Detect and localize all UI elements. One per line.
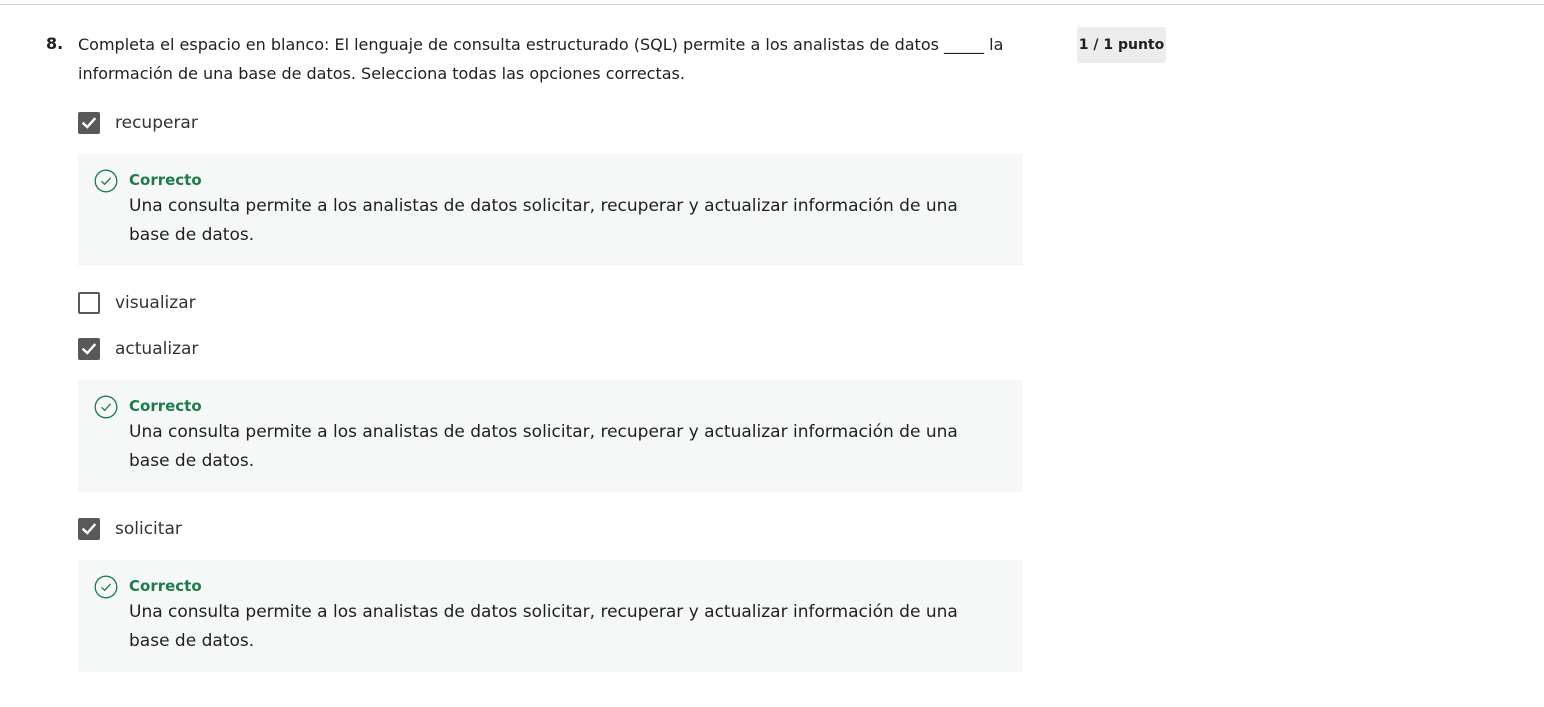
option-recuperar[interactable]: recuperar: [78, 110, 1023, 136]
feedback-content: Correcto Una consulta permite a los anal…: [129, 574, 999, 656]
checkbox-unchecked[interactable]: [78, 292, 100, 314]
checkbox-checked[interactable]: [78, 112, 100, 134]
option-actualizar[interactable]: actualizar: [78, 336, 1023, 362]
options-list: recuperar Correcto Una consulta permite …: [78, 110, 1023, 696]
points-badge: 1 / 1 punto: [1077, 27, 1166, 63]
check-circle-icon: [94, 575, 118, 599]
feedback-text: Una consulta permite a los analistas de …: [129, 422, 958, 471]
feedback-content: Correcto Una consulta permite a los anal…: [129, 168, 999, 250]
feedback-title: Correcto: [129, 397, 202, 415]
option-label: visualizar: [115, 293, 196, 313]
option-solicitar[interactable]: solicitar: [78, 516, 1023, 542]
question-text: Completa el espacio en blanco: El lengua…: [78, 35, 1004, 83]
feedback-title: Correcto: [129, 171, 202, 189]
option-label: recuperar: [115, 113, 198, 133]
checkmark-icon: [81, 343, 97, 355]
option-label: actualizar: [115, 339, 199, 359]
checkmark-icon: [81, 117, 97, 129]
feedback-title: Correcto: [129, 577, 202, 595]
feedback-correct: Correcto Una consulta permite a los anal…: [78, 380, 1023, 492]
top-divider: [0, 4, 1544, 5]
question-header: 8. Completa el espacio en blanco: El len…: [46, 30, 1026, 88]
checkmark-icon: [81, 523, 97, 535]
question-number: 8.: [46, 34, 64, 53]
feedback-correct: Correcto Una consulta permite a los anal…: [78, 560, 1023, 672]
question-block: 8. Completa el espacio en blanco: El len…: [46, 30, 1026, 88]
feedback-text: Una consulta permite a los analistas de …: [129, 196, 958, 245]
check-circle-icon: [94, 169, 118, 193]
option-label: solicitar: [115, 519, 182, 539]
feedback-text: Una consulta permite a los analistas de …: [129, 602, 958, 651]
option-visualizar[interactable]: visualizar: [78, 290, 1023, 316]
checkbox-checked[interactable]: [78, 518, 100, 540]
feedback-content: Correcto Una consulta permite a los anal…: [129, 394, 999, 476]
checkbox-checked[interactable]: [78, 338, 100, 360]
feedback-correct: Correcto Una consulta permite a los anal…: [78, 154, 1023, 266]
check-circle-icon: [94, 395, 118, 419]
